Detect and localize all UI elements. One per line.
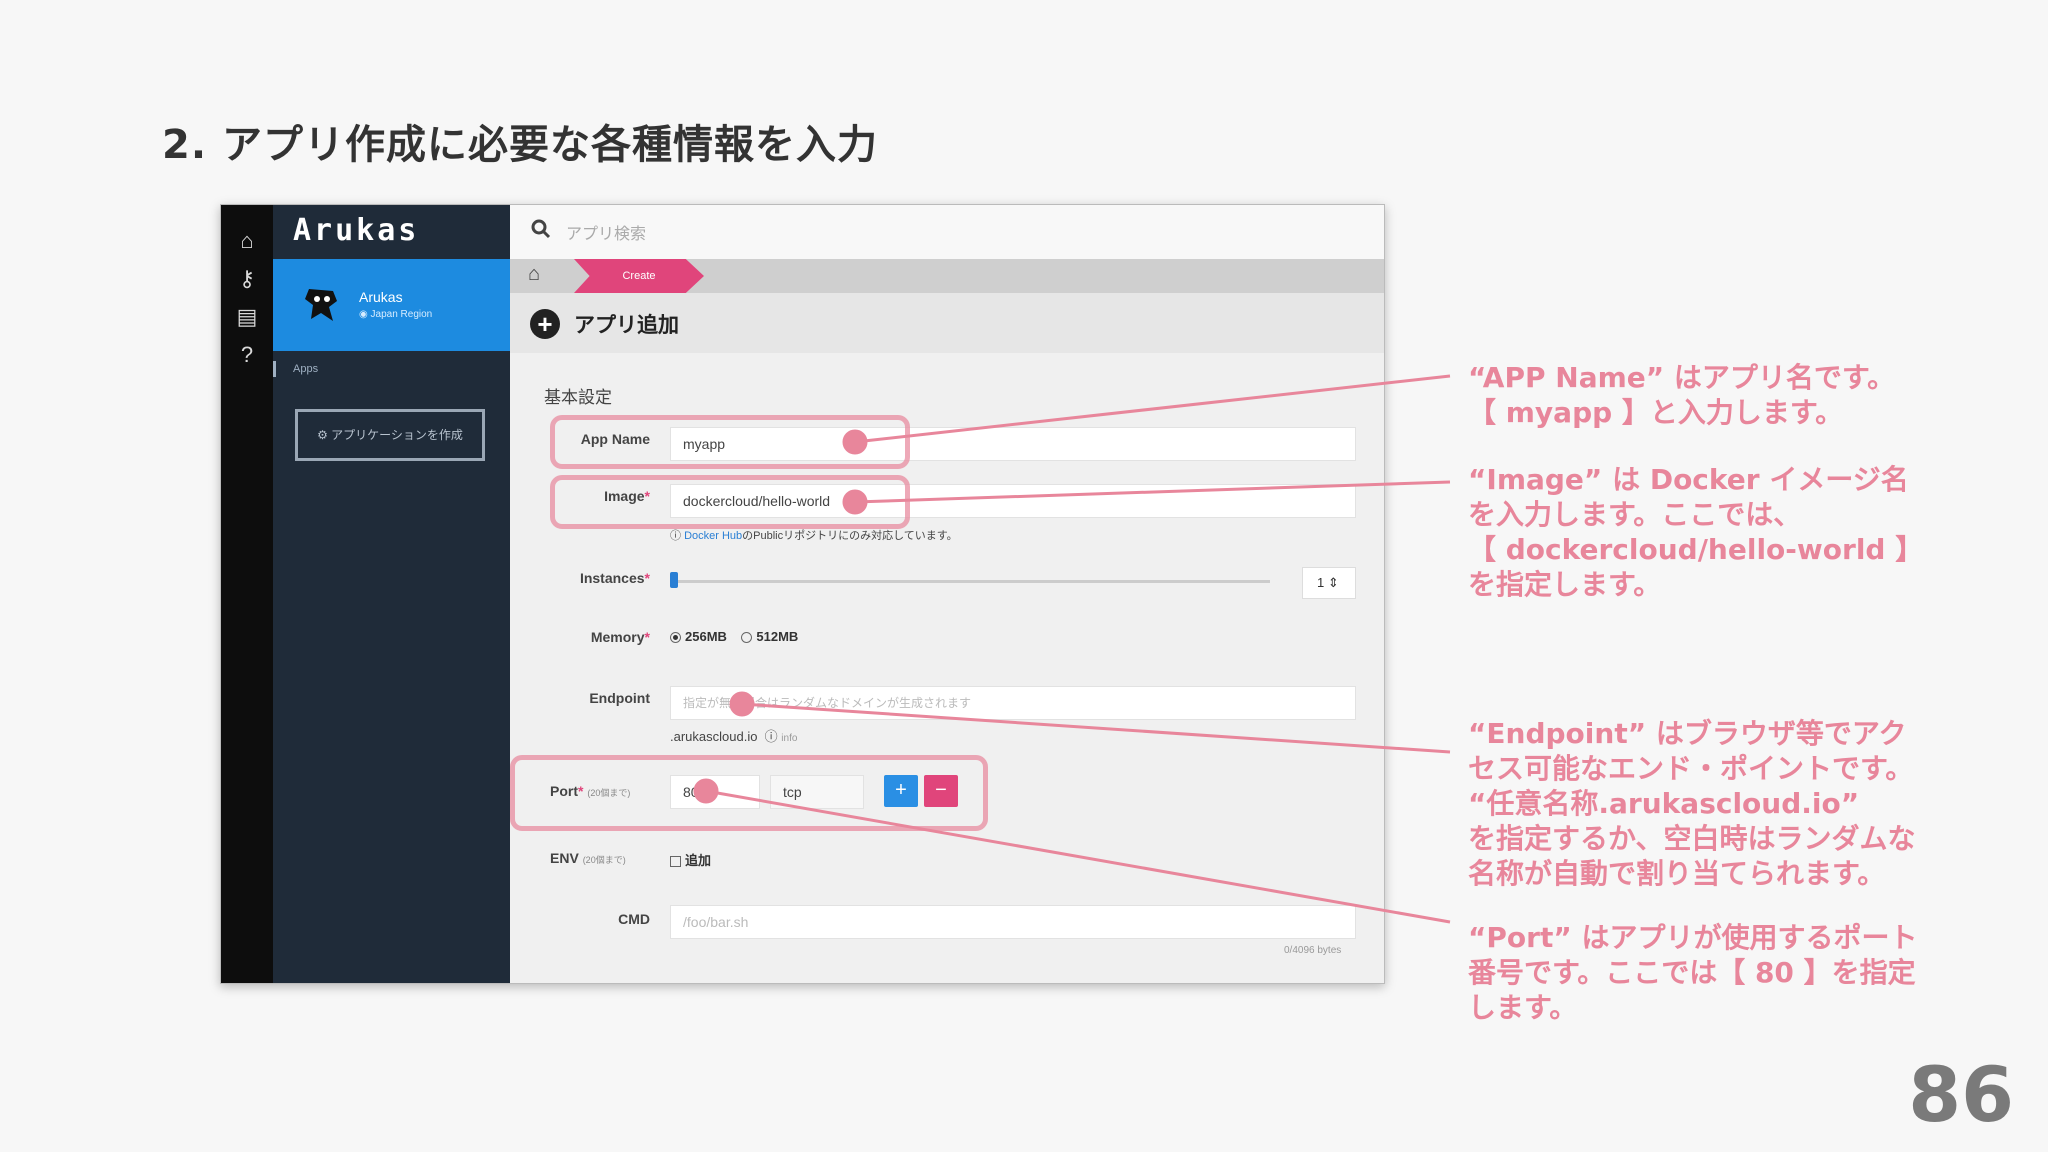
create-app-label: アプリケーションを作成 [331, 428, 463, 442]
memory-label: Memory* [510, 629, 650, 645]
annotation-port: “Port” はアプリが使用するポート 番号です。ここでは【 80 】を指定 し… [1468, 921, 1918, 1024]
cmd-label: CMD [618, 911, 650, 927]
search-bar[interactable]: アプリ検索 [510, 205, 1384, 260]
key-icon[interactable]: ⚷ [233, 265, 261, 293]
env-label: ENV (20個まで) [550, 850, 660, 866]
instances-label-text: Instances [579, 570, 645, 586]
highlight-port [510, 755, 988, 831]
breadcrumb: ⌂ Create [510, 259, 1384, 293]
instances-value: 1 [1317, 575, 1325, 590]
required-mark: * [644, 570, 650, 586]
env-limit: (20個まで) [582, 855, 626, 865]
highlight-app-name [550, 415, 910, 469]
endpoint-domain: .arukascloud.io [670, 729, 758, 744]
search-icon [531, 219, 551, 239]
main-panel: アプリ検索 ⌂ Create + アプリ追加 基本設定 App Name mya… [510, 205, 1384, 983]
account-panel[interactable]: Arukas ◉ Japan Region [273, 259, 510, 351]
env-add-label: 追加 [685, 853, 712, 868]
sidebar: Arukas Arukas ◉ Japan Region Apps ⚙ アプリケ… [273, 205, 510, 983]
page-number: 86 [1908, 1050, 2014, 1139]
memory-label-text: Memory [590, 629, 645, 645]
checkbox-icon[interactable] [670, 856, 681, 868]
app-logo[interactable]: Arukas [293, 213, 419, 248]
page-heading: アプリ追加 [574, 314, 679, 337]
endpoint-suffix: .arukascloud.io ⓘ info [670, 729, 798, 744]
instances-slider-handle[interactable] [670, 572, 678, 588]
env-add-checkbox[interactable]: 追加 [670, 850, 711, 869]
create-app-button[interactable]: ⚙ アプリケーションを作成 [295, 409, 485, 461]
breadcrumb-current: Create [574, 259, 704, 293]
document-icon[interactable]: ▤ [233, 303, 261, 331]
image-help: ⓘ Docker HubのPublicリポジトリにのみ対応しています。 [670, 530, 958, 542]
plus-circle-icon: + [530, 309, 560, 339]
cmd-field[interactable]: /foo/bar.sh [670, 905, 1356, 939]
memory-radio-256[interactable] [670, 632, 681, 644]
cmd-byte-counter: 0/4096 bytes [1284, 945, 1342, 956]
nav-apps[interactable]: Apps [293, 363, 318, 375]
memory-radio-512[interactable] [741, 632, 753, 644]
section-title: 基本設定 [544, 388, 612, 407]
annotation-endpoint: “Endpoint” はブラウザ等でアク セス可能なエンド・ポイントです。 “任… [1468, 717, 1916, 890]
docker-hub-link[interactable]: Docker Hub [684, 530, 742, 542]
search-input[interactable]: アプリ検索 [566, 220, 646, 244]
home-icon[interactable]: ⌂ [233, 227, 261, 255]
account-region-text: Japan Region [370, 309, 433, 320]
nav-indicator [273, 361, 276, 377]
help-icon[interactable]: ? [233, 341, 261, 369]
slide-title: 2. アプリ作成に必要な各種情報を入力 [162, 122, 878, 168]
instances-label: Instances* [510, 570, 650, 586]
image-help-text: のPublicリポジトリにのみ対応しています。 [742, 530, 958, 542]
instances-slider[interactable] [670, 580, 1270, 583]
memory-option-512[interactable]: 512MB [756, 629, 798, 644]
required-mark: * [644, 629, 650, 645]
account-region: ◉ Japan Region [359, 309, 433, 320]
icon-bar: ⌂ ⚷ ▤ ? [221, 205, 273, 983]
avatar [305, 289, 337, 321]
endpoint-field[interactable]: 指定が無い場合はランダムなドメインが生成されます [670, 686, 1356, 720]
endpoint-info-link[interactable]: info [781, 733, 797, 744]
breadcrumb-home-icon[interactable]: ⌂ [528, 263, 540, 286]
account-name: Arukas [359, 289, 403, 305]
memory-option-256[interactable]: 256MB [685, 629, 727, 644]
memory-options: 256MB 512MB [670, 629, 798, 644]
app-screenshot: ⌂ ⚷ ▤ ? Arukas Arukas ◉ Japan Region App… [220, 204, 1385, 984]
instances-stepper[interactable]: 1 ⇕ [1302, 567, 1356, 599]
env-label-text: ENV [550, 850, 579, 866]
title-bar: + アプリ追加 [510, 293, 1384, 353]
endpoint-label: Endpoint [589, 690, 650, 706]
highlight-image [550, 475, 910, 529]
annotation-app-name: “APP Name” はアプリ名です。 【 myapp 】と入力します。 [1468, 361, 1896, 429]
annotation-image: “Image” は Docker イメージ名 を入力します。ここでは、 【 do… [1468, 463, 1924, 601]
